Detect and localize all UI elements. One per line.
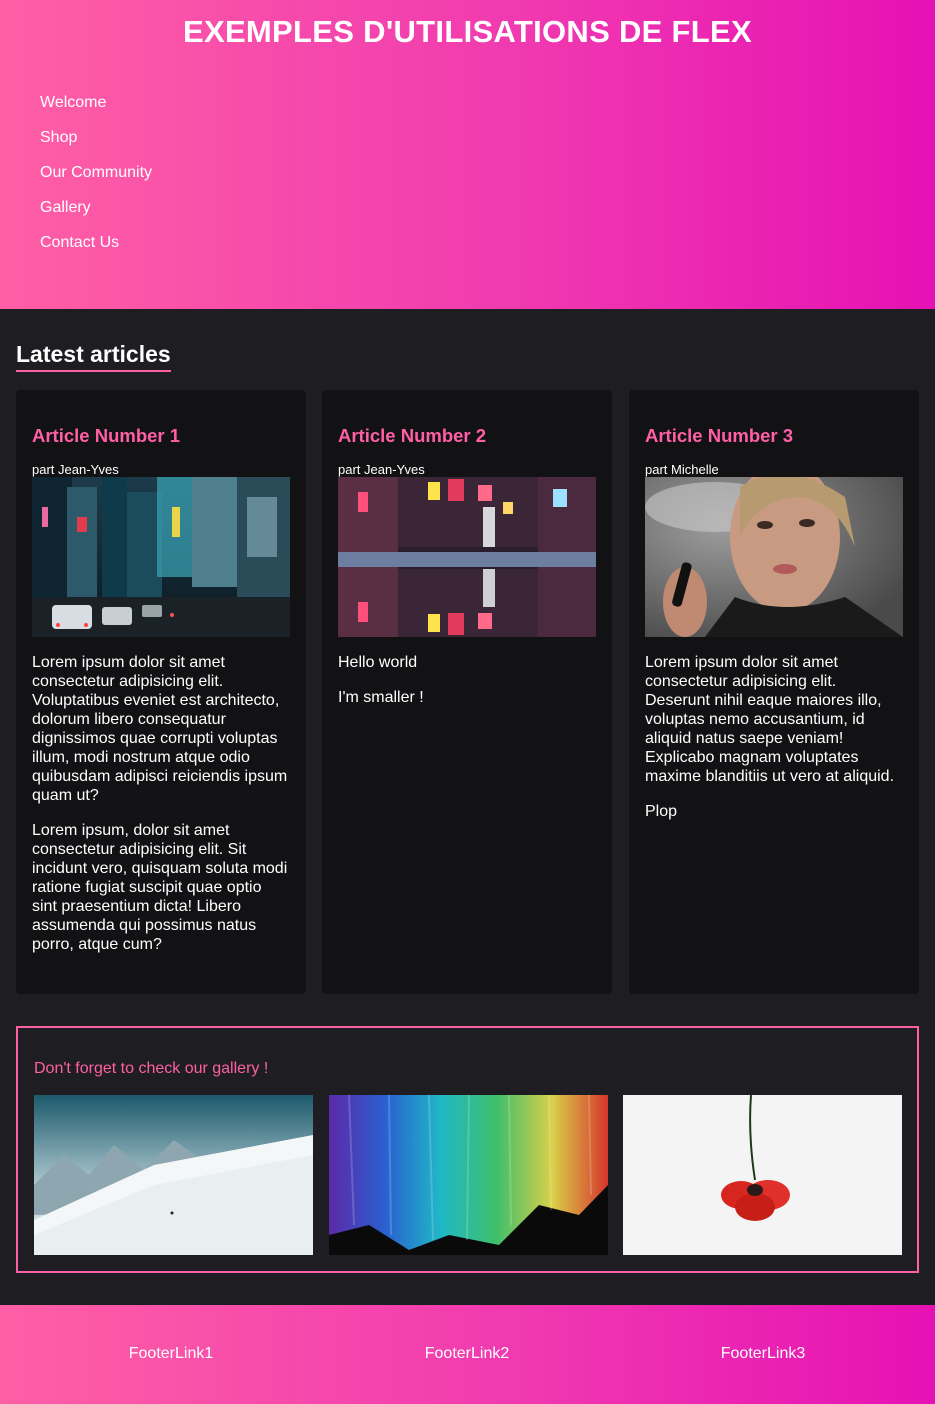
- article-author: part Michelle: [645, 462, 719, 477]
- nav-item-gallery: Gallery: [40, 198, 152, 233]
- footer-link-1[interactable]: FooterLink1: [21, 1345, 321, 1363]
- site-header: EXEMPLES D'UTILISATIONS DE FLEX Welcome …: [0, 0, 935, 309]
- article-body: Lorem ipsum dolor sit amet consectetur a…: [645, 653, 903, 821]
- article-paragraph: I'm smaller !: [338, 689, 424, 706]
- gallery-section: Don't forget to check our gallery !: [16, 1026, 919, 1273]
- neon-street-reflection-photo: [338, 477, 596, 637]
- woman-vaping-portrait-photo: [645, 477, 903, 637]
- gallery-title: Don't forget to check our gallery !: [34, 1060, 269, 1077]
- article-card-1: Article Number 1 part Jean-Yves Lorem ip…: [16, 390, 306, 994]
- article-author: part Jean-Yves: [32, 462, 119, 477]
- article-paragraph: Lorem ipsum dolor sit amet consectetur a…: [645, 654, 895, 785]
- article-body: Hello world I'm smaller !: [338, 653, 596, 707]
- city-street-night-photo: [32, 477, 290, 637]
- nav-link-gallery[interactable]: Gallery: [40, 199, 91, 216]
- main-nav: Welcome Shop Our Community Gallery Conta…: [40, 93, 152, 268]
- nav-item-welcome: Welcome: [40, 93, 152, 128]
- article-body: Lorem ipsum dolor sit amet consectetur a…: [32, 653, 290, 954]
- article-paragraph: Plop: [645, 803, 678, 820]
- article-author: part Jean-Yves: [338, 462, 425, 477]
- footer-link-2[interactable]: FooterLink2: [317, 1345, 617, 1363]
- article-title: Article Number 1: [32, 425, 181, 446]
- site-footer: FooterLink1 FooterLink2 FooterLink3: [0, 1305, 935, 1404]
- nav-item-contact: Contact Us: [40, 233, 152, 268]
- nav-item-community: Our Community: [40, 163, 152, 198]
- article-title: Article Number 2: [338, 425, 487, 446]
- article-title: Article Number 3: [645, 425, 794, 446]
- rainbow-paint-photo: [329, 1095, 608, 1255]
- snowy-mountain-photo: [34, 1095, 313, 1255]
- latest-articles-heading: Latest articles: [16, 341, 171, 372]
- nav-link-contact[interactable]: Contact Us: [40, 234, 119, 251]
- article-paragraph: Lorem ipsum, dolor sit amet consectetur …: [32, 822, 288, 953]
- red-poppy-photo: [623, 1095, 902, 1255]
- nav-item-shop: Shop: [40, 128, 152, 163]
- nav-link-community[interactable]: Our Community: [40, 164, 152, 181]
- site-title: EXEMPLES D'UTILISATIONS DE FLEX: [183, 14, 752, 49]
- article-paragraph: Lorem ipsum dolor sit amet consectetur a…: [32, 654, 288, 804]
- nav-link-welcome[interactable]: Welcome: [40, 94, 106, 111]
- article-paragraph: Hello world: [338, 654, 418, 671]
- nav-link-shop[interactable]: Shop: [40, 129, 77, 146]
- footer-link-3[interactable]: FooterLink3: [613, 1345, 913, 1363]
- article-card-2: Article Number 2 part Jean-Yves Hello wo…: [322, 390, 612, 994]
- article-card-3: Article Number 3 part Michelle Lorem ips…: [629, 390, 919, 994]
